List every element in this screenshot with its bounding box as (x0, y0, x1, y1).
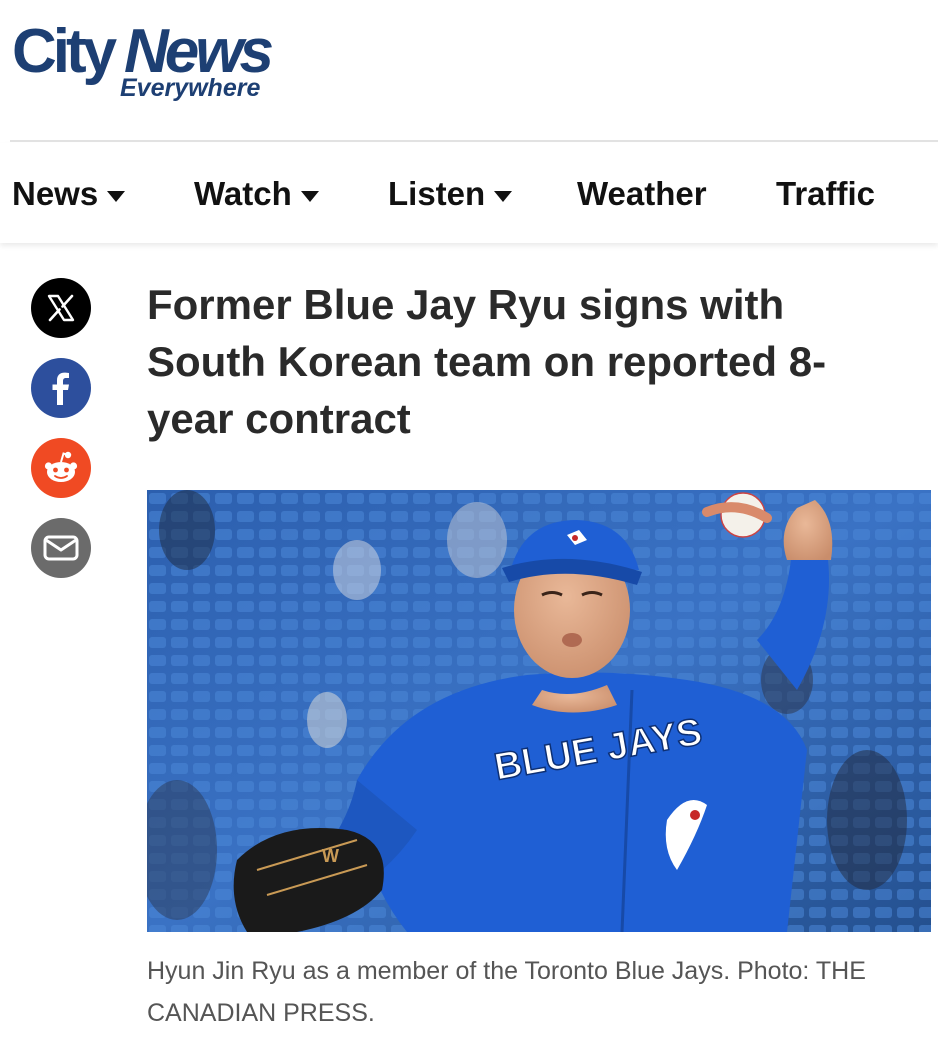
share-facebook-button[interactable] (31, 358, 91, 418)
logo-tagline: Everywhere (120, 74, 260, 102)
chevron-down-icon (300, 190, 319, 202)
main-nav: News Watch Listen Weather Traffic (0, 143, 938, 243)
x-logo-icon (47, 294, 75, 322)
nav-item-weather[interactable]: Weather (577, 175, 707, 213)
article-headline: Former Blue Jay Ryu signs with South Kor… (147, 281, 827, 442)
share-reddit-button[interactable] (31, 438, 91, 498)
nav-item-watch[interactable]: Watch (194, 175, 319, 213)
nav-item-label: News (12, 175, 99, 212)
chevron-down-icon (494, 190, 513, 202)
share-x-button[interactable] (31, 278, 91, 338)
logo-city-text: City (12, 17, 118, 86)
nav-item-listen[interactable]: Listen (388, 175, 513, 213)
share-email-button[interactable] (31, 518, 91, 578)
nav-item-news[interactable]: News (12, 175, 126, 213)
facebook-icon (52, 372, 69, 405)
reddit-icon (44, 451, 78, 482)
chevron-down-icon (107, 190, 126, 202)
envelope-icon (43, 535, 79, 561)
photo-caption: Hyun Jin Ryu as a member of the Toronto … (147, 957, 866, 1027)
nav-item-label: Traffic (776, 175, 876, 212)
citynews-logo[interactable]: City News Everywhere (12, 14, 312, 104)
nav-item-label: Listen (388, 175, 486, 212)
header-divider (10, 140, 938, 142)
nav-item-traffic[interactable]: Traffic (776, 175, 875, 213)
nav-item-label: Watch (194, 175, 292, 212)
article-photo[interactable]: BLUE JAYS W (147, 490, 931, 932)
nav-item-label: Weather (577, 175, 707, 212)
pitcher-photo: BLUE JAYS W (147, 490, 931, 932)
glove-text: W (322, 846, 339, 866)
